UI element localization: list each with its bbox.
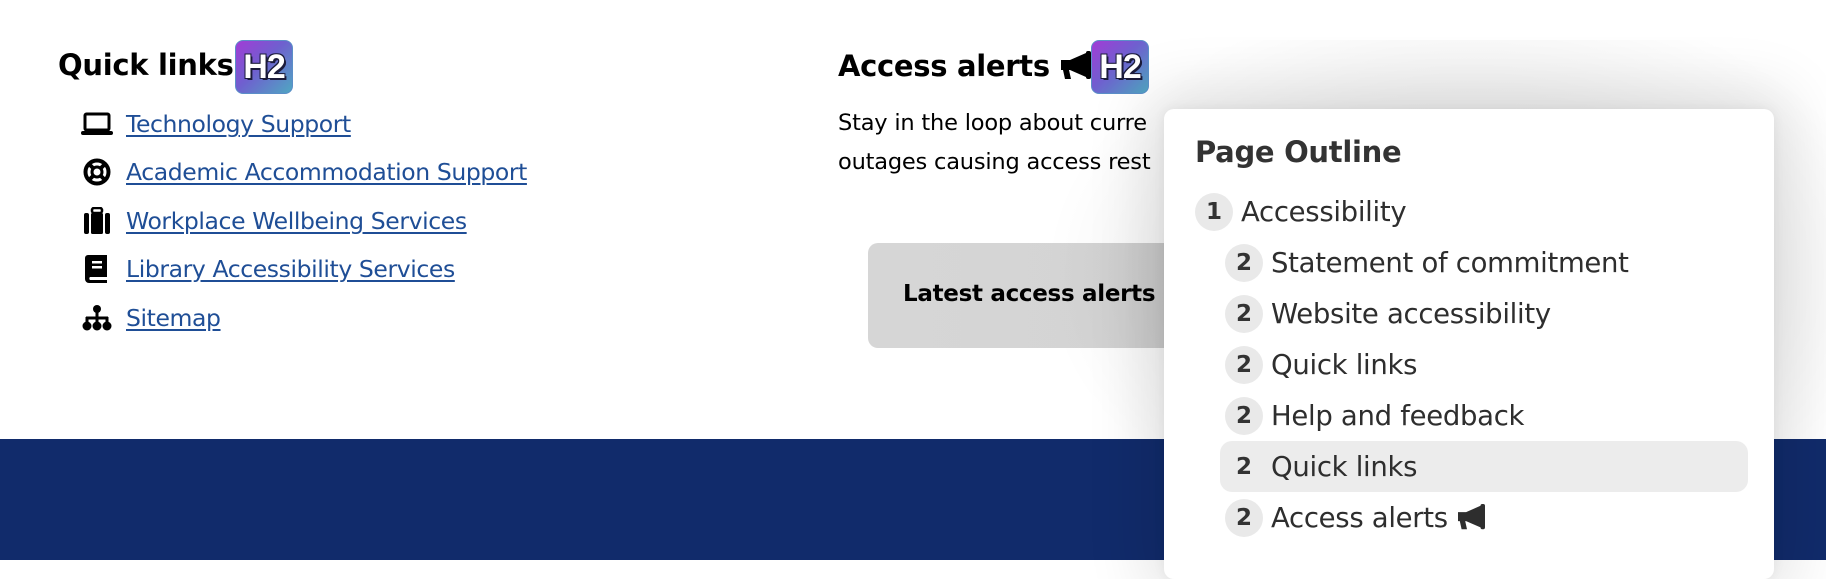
outline-item-text: Accessibility	[1241, 195, 1407, 228]
outline-item[interactable]: 2 Access alerts	[1225, 492, 1745, 543]
suitcase-icon	[80, 206, 114, 236]
quick-links-heading-text: Quick links	[58, 48, 234, 82]
outline-item-text: Statement of commitment	[1271, 246, 1629, 279]
laptop-icon	[80, 109, 114, 139]
quick-link-academic-accommodation-support[interactable]: Academic Accommodation Support	[126, 158, 527, 186]
outline-item-text: Quick links	[1271, 348, 1418, 381]
sitemap-icon	[80, 303, 114, 333]
description-line-1: Stay in the loop about curre	[838, 110, 1147, 136]
description-line-2: outages causing access rest	[838, 149, 1151, 175]
quick-link-workplace-wellbeing-services[interactable]: Workplace Wellbeing Services	[126, 207, 467, 235]
outline-level-badge: 2	[1225, 396, 1263, 435]
quick-link-item: Workplace Wellbeing Services	[80, 201, 467, 241]
quick-link-sitemap[interactable]: Sitemap	[126, 304, 221, 332]
quick-link-item: Library Accessibility Services	[80, 249, 455, 289]
book-icon	[80, 254, 114, 284]
outline-item-highlighted[interactable]: 2 Quick links	[1220, 441, 1748, 492]
outline-item-text: Help and feedback	[1271, 399, 1525, 432]
page-outline-title: Page Outline	[1195, 135, 1402, 169]
outline-item-label: Website accessibility	[1271, 298, 1551, 330]
page-outline-panel: Page Outline 1 Accessibility 2 Statement…	[1164, 109, 1774, 579]
megaphone-icon	[1456, 504, 1487, 531]
quick-link-item: Academic Accommodation Support	[80, 152, 527, 192]
outline-level-badge: 1	[1195, 192, 1233, 231]
heading-level-badge-text: H2	[243, 47, 285, 86]
outline-item[interactable]: 2 Statement of commitment	[1225, 237, 1745, 288]
quick-link-item: Sitemap	[80, 298, 221, 338]
access-alerts-heading: Access alerts	[838, 51, 1093, 81]
access-alerts-description: Stay in the loop about curre outages cau…	[838, 104, 1151, 182]
quick-link-technology-support[interactable]: Technology Support	[126, 110, 351, 138]
heading-level-badge: H2	[1091, 40, 1149, 94]
quick-link-library-accessibility-services[interactable]: Library Accessibility Services	[126, 255, 455, 283]
outline-item-text: Website accessibility	[1271, 297, 1551, 330]
outline-level-badge: 2	[1225, 243, 1263, 282]
outline-level-badge: 2	[1225, 294, 1263, 333]
outline-item-label: Access alerts	[1271, 502, 1487, 534]
outline-item-label: Quick links	[1271, 451, 1417, 483]
outline-item[interactable]: 2 Help and feedback	[1225, 390, 1745, 441]
latest-access-alerts-button-label: Latest access alerts	[903, 281, 1156, 307]
heading-level-badge-text: H2	[1099, 47, 1141, 86]
heading-level-badge: H2	[235, 40, 293, 94]
outline-level-badge: 2	[1225, 345, 1263, 384]
outline-item-text: Access alerts	[1271, 501, 1448, 534]
outline-item-label: Quick links	[1271, 349, 1417, 381]
outline-level-badge: 2	[1225, 498, 1263, 537]
quick-links-heading: Quick links	[58, 51, 234, 80]
life-ring-icon	[80, 157, 114, 187]
outline-item-label: Accessibility	[1241, 195, 1407, 228]
outline-level-badge: 2	[1235, 453, 1252, 480]
outline-item-label: Statement of commitment	[1271, 247, 1629, 279]
outline-item-label: Help and feedback	[1271, 400, 1524, 432]
outline-item[interactable]: 2 Quick links	[1225, 339, 1745, 390]
quick-link-item: Technology Support	[80, 104, 351, 144]
outline-item-text: Quick links	[1271, 450, 1418, 483]
outline-item[interactable]: 1 Accessibility	[1195, 186, 1715, 237]
access-alerts-heading-text: Access alerts	[838, 48, 1050, 83]
megaphone-icon	[1059, 51, 1093, 81]
outline-item[interactable]: 2 Website accessibility	[1225, 288, 1745, 339]
